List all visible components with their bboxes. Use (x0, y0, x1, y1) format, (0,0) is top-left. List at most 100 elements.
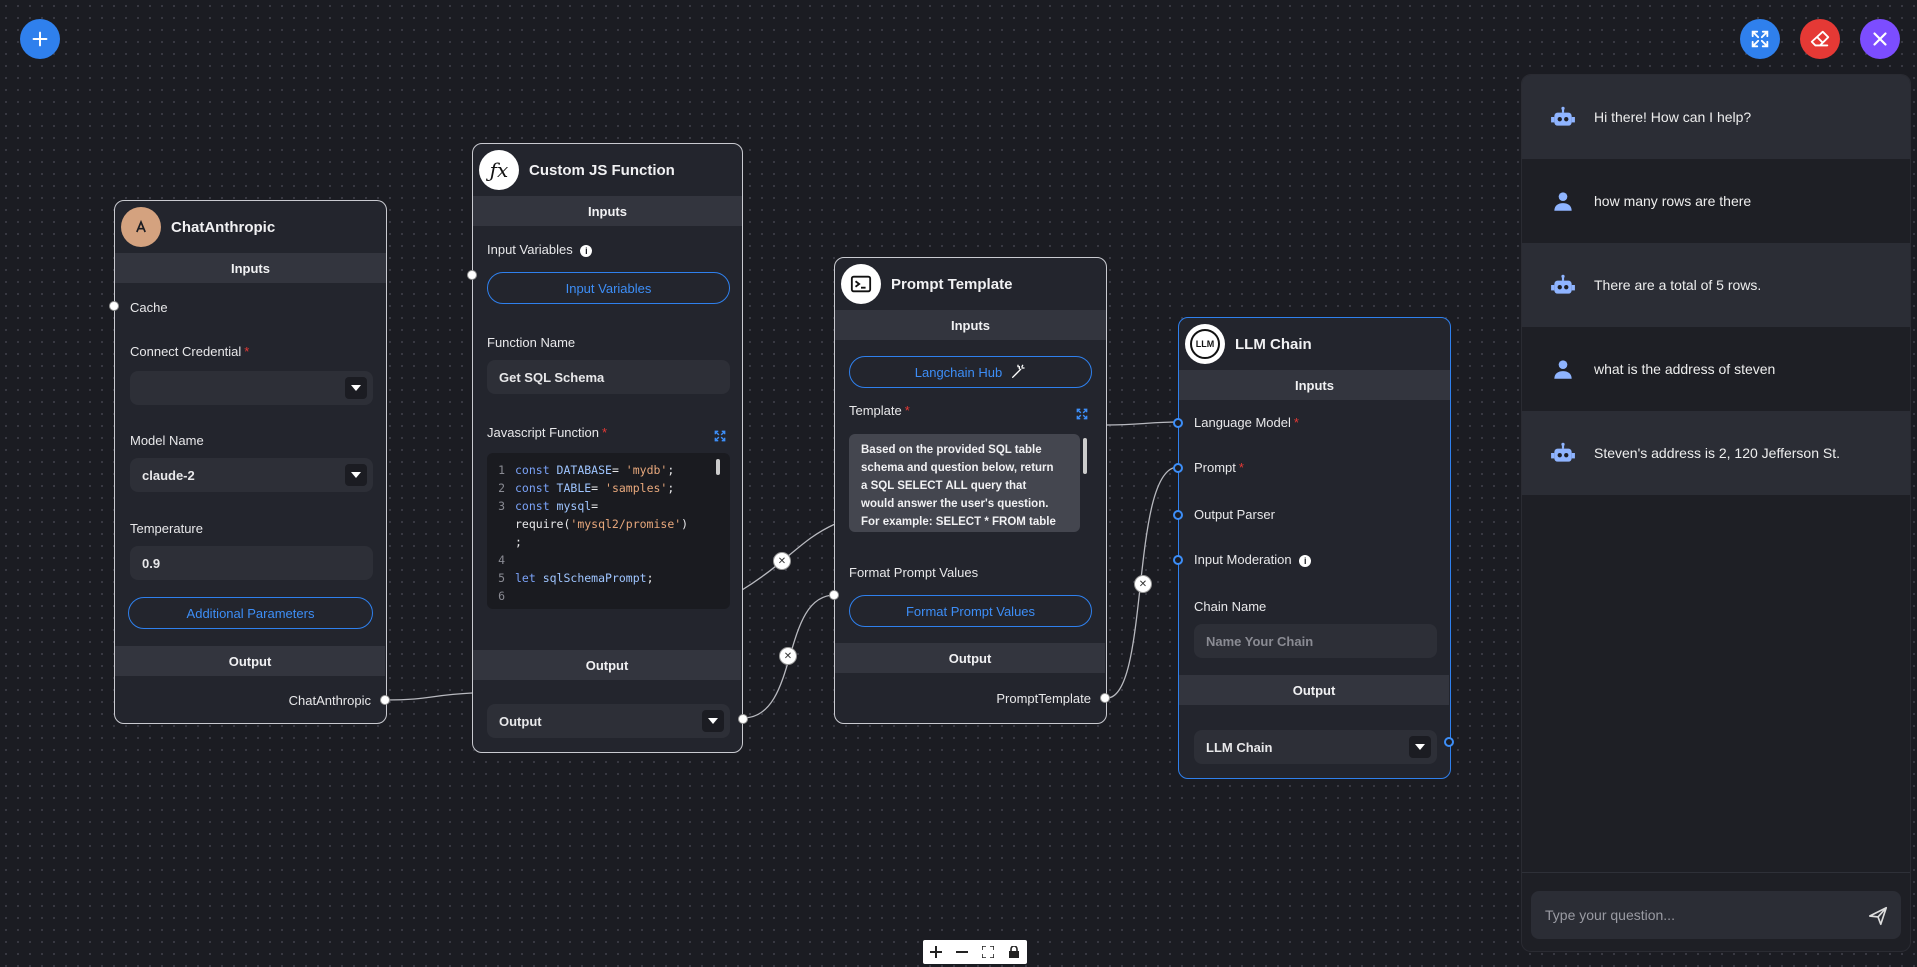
expand-chat-button[interactable] (1740, 19, 1780, 59)
temperature-value: 0.9 (142, 555, 161, 571)
code-token: 'samples' (605, 481, 668, 495)
node-header: LLM LLM Chain (1179, 318, 1450, 370)
output-handle[interactable] (738, 714, 748, 724)
input-variables-handle[interactable] (467, 270, 477, 280)
input-moderation-label: Input Moderation i (1194, 552, 1312, 567)
expand-editor-icon[interactable] (713, 429, 727, 443)
bot-message: Steven's address is 2, 120 Jefferson St. (1522, 411, 1910, 495)
format-prompt-values-handle[interactable] (829, 590, 839, 600)
language-model-label: Language Model * (1194, 415, 1299, 430)
output-section-header: Output (115, 646, 385, 676)
edge-delete-button[interactable]: ✕ (779, 647, 797, 665)
code-line: 6 (487, 587, 730, 605)
code-token: ; (515, 535, 522, 549)
prompt-handle[interactable] (1173, 463, 1183, 473)
add-node-button[interactable] (20, 19, 60, 59)
input-variables-label: Input Variables i (487, 242, 593, 257)
node-chat-anthropic[interactable]: ChatAnthropic Inputs Cache Connect Crede… (109, 200, 390, 724)
node-custom-js-function[interactable]: ƒx Custom JS Function Inputs Input Varia… (467, 143, 748, 753)
credential-label: Connect Credential * (130, 344, 250, 359)
code-token: ; (667, 463, 675, 477)
line-number: 7 (487, 607, 515, 609)
model-name-label: Model Name (130, 433, 204, 448)
credential-label-text: Connect Credential (130, 344, 242, 359)
chevron-down-icon (702, 710, 724, 732)
close-chat-button[interactable] (1860, 19, 1900, 59)
zoom-in-icon[interactable] (925, 941, 947, 963)
edge-anthropic-out-to-llm (1106, 421, 1179, 426)
output-handle[interactable] (380, 695, 390, 705)
model-name-value: claude-2 (142, 467, 195, 483)
chat-input-placeholder: Type your question... (1545, 907, 1675, 923)
user-message: how many rows are there (1522, 159, 1910, 243)
javascript-code-editor[interactable]: 1 const DATABASE = 'mydb'; 2 const TABLE = 's… (487, 453, 730, 609)
code-token: const (515, 463, 557, 477)
output-parser-handle[interactable] (1173, 510, 1183, 520)
chevron-down-icon (345, 464, 367, 486)
edge-delete-button[interactable]: ✕ (773, 552, 791, 570)
chevron-down-icon (345, 377, 367, 399)
temperature-label: Temperature (130, 521, 203, 536)
cache-input-handle[interactable] (109, 301, 119, 311)
edge-anthropic-to-js (385, 692, 473, 701)
code-line: 2 const TABLE = 'samples'; (487, 479, 730, 497)
zoom-out-icon[interactable] (951, 941, 973, 963)
node-llm-chain[interactable]: LLM LLM Chain Inputs Language Model * Pro… (1173, 317, 1454, 779)
expand-template-icon[interactable] (1075, 407, 1089, 421)
model-name-select[interactable]: claude-2 (130, 458, 373, 492)
function-name-label: Function Name (487, 335, 576, 350)
lock-icon[interactable] (1003, 941, 1025, 963)
output-handle[interactable] (1100, 693, 1110, 703)
output-handle[interactable] (1444, 737, 1454, 747)
robot-avatar-icon (1548, 438, 1578, 468)
temperature-input[interactable]: 0.9 (130, 546, 373, 580)
output-section-header: Output (1179, 675, 1449, 705)
additional-parameters-button[interactable]: Additional Parameters (128, 597, 373, 629)
chain-name-input[interactable]: Name Your Chain (1194, 624, 1437, 658)
credential-select[interactable] (130, 371, 373, 405)
javascript-function-label: Javascript Function * (487, 425, 608, 440)
inputs-section-header: Inputs (115, 253, 386, 283)
user-avatar-icon (1548, 354, 1578, 384)
output-anchor-label: ChatAnthropic (288, 693, 371, 708)
function-icon: ƒx (479, 150, 519, 190)
input-variables-button[interactable]: Input Variables (487, 272, 730, 304)
code-token: ) (681, 517, 689, 531)
code-line: 1 const DATABASE = 'mydb'; (487, 461, 730, 479)
chevron-down-icon (1409, 736, 1431, 758)
code-token: const (515, 481, 557, 495)
message-text: There are a total of 5 rows. (1594, 277, 1762, 293)
code-token: DATABASE (556, 463, 612, 477)
output-anchor-label: PromptTemplate (996, 691, 1091, 706)
edge-delete-button[interactable]: ✕ (1134, 575, 1152, 593)
langchain-hub-button[interactable]: Langchain Hub (849, 356, 1092, 388)
output-section-header: Output (473, 650, 741, 680)
input-moderation-handle[interactable] (1173, 555, 1183, 565)
editor-scrollbar[interactable] (716, 459, 720, 475)
template-textarea[interactable]: Based on the provided SQL table schema a… (849, 434, 1080, 532)
cache-label: Cache (130, 300, 168, 315)
code-line: 5 let sqlSchemaPrompt; (487, 569, 730, 587)
language-model-handle[interactable] (1173, 418, 1183, 428)
chat-input[interactable]: Type your question... (1531, 891, 1901, 939)
fit-view-icon[interactable] (977, 941, 999, 963)
message-text: what is the address of steven (1594, 361, 1776, 377)
code-token: require( (515, 517, 571, 531)
node-prompt-template[interactable]: Prompt Template Inputs Langchain Hub Tem… (829, 257, 1110, 724)
template-scrollbar[interactable] (1083, 438, 1087, 474)
user-avatar-icon (1548, 186, 1578, 216)
chain-name-placeholder: Name Your Chain (1206, 633, 1314, 649)
function-name-input[interactable]: Get SQL Schema (487, 360, 730, 394)
output-select[interactable]: Output (487, 704, 730, 738)
code-token: 'mysql2/promise' (570, 517, 682, 531)
send-icon[interactable] (1867, 905, 1889, 927)
llm-icon: LLM (1185, 324, 1225, 364)
node-title: Custom JS Function (529, 161, 675, 179)
line-number: 3 (498, 499, 505, 513)
chat-divider (1522, 872, 1910, 873)
clear-chat-button[interactable] (1800, 19, 1840, 59)
line-number: 1 (498, 463, 505, 477)
output-select[interactable]: LLM Chain (1194, 730, 1437, 764)
format-prompt-values-button[interactable]: Format Prompt Values (849, 595, 1092, 627)
code-token: let (515, 571, 543, 585)
